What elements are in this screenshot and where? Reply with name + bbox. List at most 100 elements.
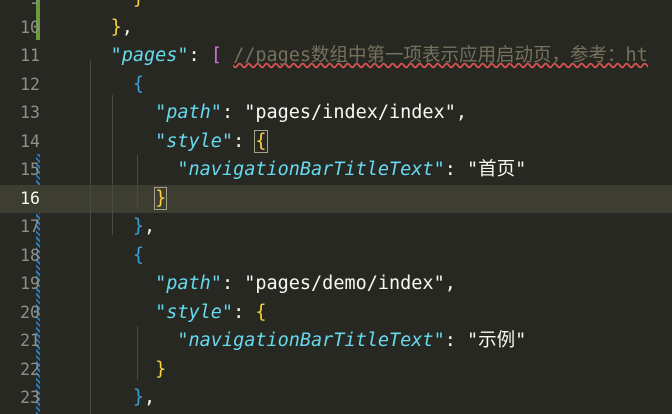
code-token: "pages" bbox=[110, 45, 189, 66]
line-number: 13 bbox=[20, 103, 40, 122]
code-text: }, bbox=[66, 213, 155, 242]
line-number: 17 bbox=[20, 217, 40, 236]
code-token: { bbox=[255, 301, 267, 323]
code-token: : bbox=[233, 301, 256, 323]
code-token: "首页" bbox=[466, 159, 527, 180]
code-text: } bbox=[66, 356, 166, 385]
code-line[interactable]: 12 { bbox=[0, 71, 672, 100]
code-text: "navigationBarTitleText": "示例" bbox=[66, 327, 526, 356]
line-number: 14 bbox=[20, 131, 40, 151]
line-number: 21 bbox=[20, 331, 40, 350]
code-line[interactable]: 18 { bbox=[0, 242, 672, 271]
code-text: { bbox=[66, 242, 144, 271]
code-text: { bbox=[66, 71, 144, 100]
code-token: , bbox=[143, 387, 156, 408]
code-token: , bbox=[444, 273, 456, 294]
code-token: : bbox=[188, 45, 211, 66]
code-token: "style" bbox=[155, 301, 234, 323]
code-token: : bbox=[221, 273, 245, 294]
code-token: : bbox=[233, 130, 256, 152]
line-number: 15 bbox=[20, 160, 40, 179]
line-number: 20 bbox=[20, 302, 40, 322]
line-number: 10 bbox=[20, 17, 40, 37]
code-token: "pages/demo/index" bbox=[244, 273, 445, 294]
code-token: "示例" bbox=[466, 330, 527, 351]
code-token: [ bbox=[210, 45, 222, 66]
code-token: "path" bbox=[155, 273, 222, 294]
indent-guide bbox=[137, 326, 138, 380]
code-text: "pages": [ //pages数组中第一项表示应用启动页，参考：ht bbox=[66, 42, 648, 71]
code-token: "pages/index/index" bbox=[244, 102, 456, 123]
line-number: 16 bbox=[20, 188, 40, 208]
code-token: : bbox=[221, 102, 245, 123]
code-token: , bbox=[121, 16, 133, 38]
code-line[interactable]: 20 "style": { bbox=[0, 299, 672, 328]
code-token: //pages数组中第一项表示应用启动页，参考：ht bbox=[233, 45, 648, 66]
code-token: } bbox=[132, 216, 144, 237]
code-token: } bbox=[132, 387, 144, 408]
code-token: : bbox=[444, 159, 467, 180]
code-text: }, bbox=[66, 14, 133, 43]
indent-guide bbox=[112, 95, 113, 235]
code-token: { bbox=[132, 244, 144, 266]
code-token: : bbox=[444, 330, 467, 351]
code-token: } bbox=[154, 186, 168, 210]
code-text: "path": "pages/demo/index", bbox=[66, 270, 456, 299]
code-token: "navigationBarTitleText" bbox=[177, 159, 445, 180]
code-text: } bbox=[66, 185, 168, 214]
code-text: "path": "pages/index/index", bbox=[66, 99, 467, 128]
code-token: "path" bbox=[155, 102, 222, 123]
code-token: } bbox=[155, 358, 167, 380]
code-line[interactable]: 10 }, bbox=[0, 14, 672, 43]
code-token: "navigationBarTitleText" bbox=[177, 330, 445, 351]
code-line[interactable]: 19 "path": "pages/demo/index", bbox=[0, 270, 672, 299]
code-token: { bbox=[254, 129, 268, 153]
line-number: 11 bbox=[20, 46, 40, 65]
code-line[interactable]: 23 }, bbox=[0, 384, 672, 413]
code-line[interactable]: 15 "navigationBarTitleText": "首页" bbox=[0, 156, 672, 185]
line-number: 9 bbox=[0, 0, 40, 14]
code-token: } bbox=[133, 0, 144, 9]
code-editor[interactable]: 9 }10 },11 "pages": [ //pages数组中第一项表示应用启… bbox=[0, 0, 672, 414]
line-number: 12 bbox=[20, 74, 40, 94]
code-text: "style": { bbox=[66, 299, 267, 328]
line-number: 22 bbox=[20, 359, 40, 379]
code-line[interactable]: 17 }, bbox=[0, 213, 672, 242]
code-text: "style": { bbox=[66, 128, 268, 157]
code-token: , bbox=[143, 216, 156, 237]
line-number: 18 bbox=[20, 245, 40, 265]
code-line[interactable]: 22 } bbox=[0, 356, 672, 385]
indent-guide bbox=[90, 60, 91, 414]
code-line[interactable]: 13 "path": "pages/index/index", bbox=[0, 99, 672, 128]
code-line[interactable]: 21 "navigationBarTitleText": "示例" bbox=[0, 327, 672, 356]
indent-guide bbox=[137, 155, 138, 210]
code-line[interactable]: 9 } bbox=[0, 0, 672, 14]
line-number: 23 bbox=[20, 388, 40, 407]
code-line[interactable]: 11 "pages": [ //pages数组中第一项表示应用启动页，参考：ht bbox=[0, 42, 672, 71]
code-token: { bbox=[132, 73, 144, 95]
code-text: "navigationBarTitleText": "首页" bbox=[66, 156, 526, 185]
code-token: } bbox=[110, 16, 122, 38]
code-token: , bbox=[455, 102, 467, 123]
code-line[interactable]: 16 } bbox=[0, 184, 672, 214]
code-line[interactable]: 14 "style": { bbox=[0, 128, 672, 157]
code-text: }, bbox=[66, 384, 155, 413]
code-token: "style" bbox=[155, 130, 234, 152]
line-number: 19 bbox=[20, 274, 40, 293]
